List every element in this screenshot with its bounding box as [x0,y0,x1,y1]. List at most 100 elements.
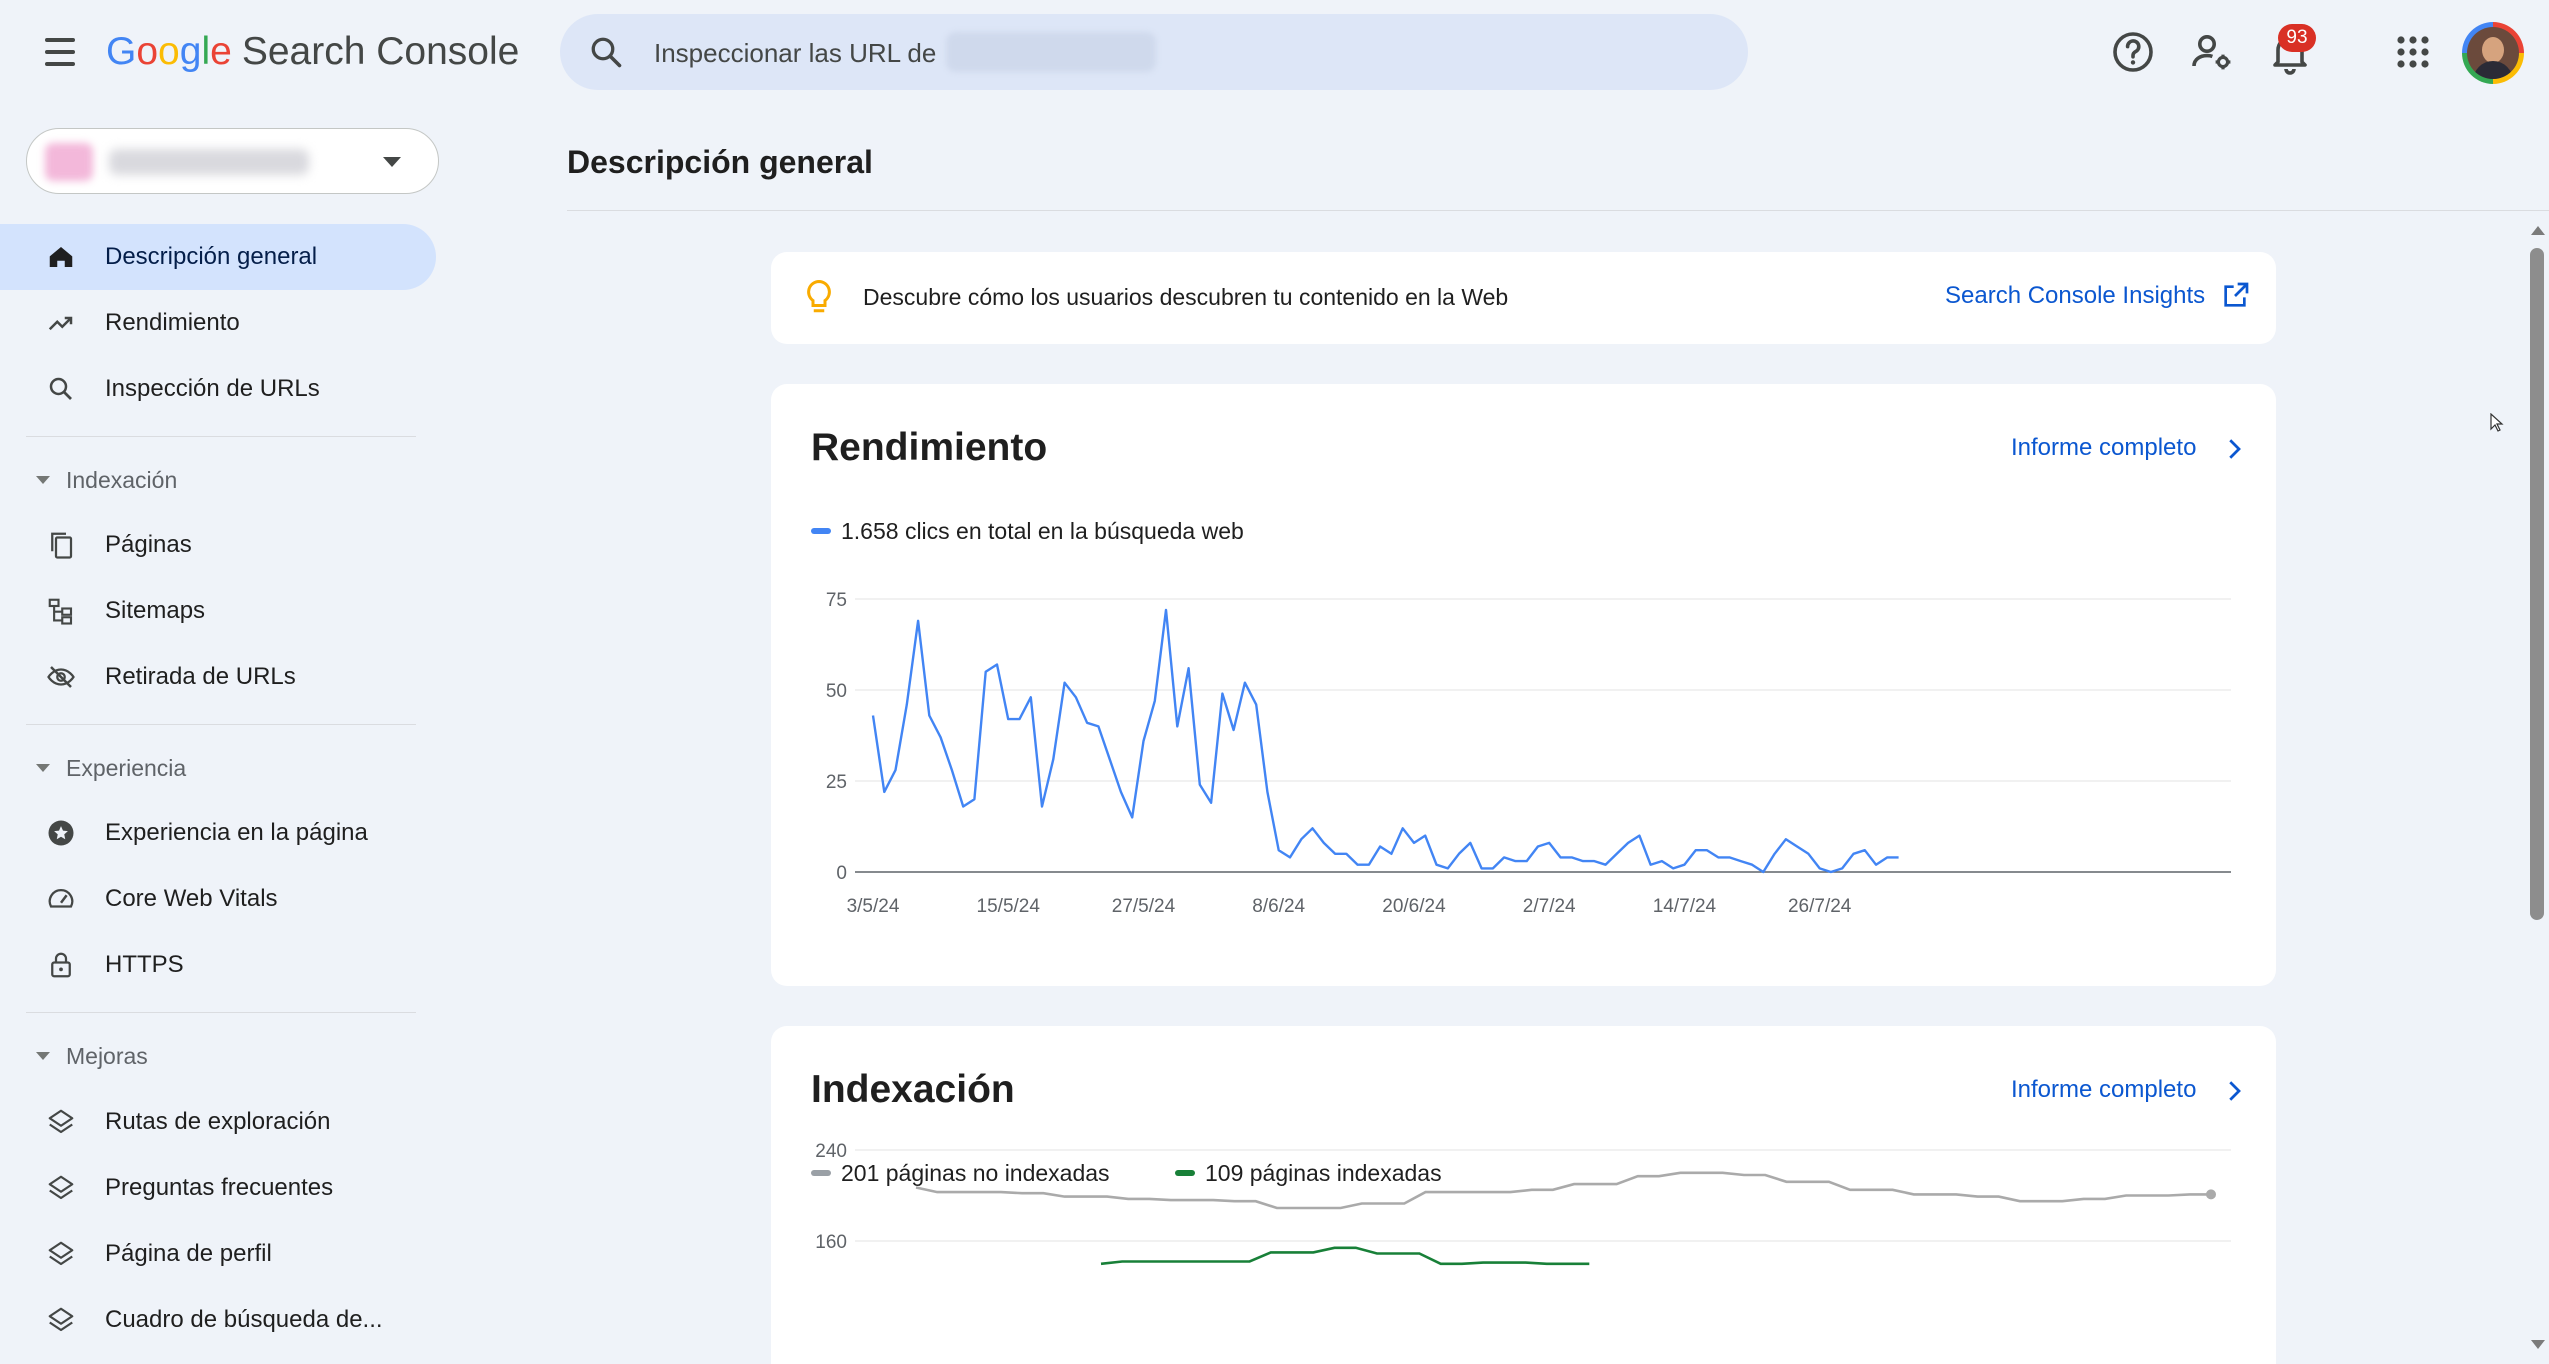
clicks-series-line [871,608,1899,874]
logo-letter: o [136,30,159,73]
y-tick-label: 50 [826,681,847,702]
scroll-up-arrow-icon[interactable] [2531,226,2545,235]
sidebar-item-label: Cuadro de búsqueda de... [105,1306,383,1333]
sidebar-item-breadcrumbs[interactable]: Rutas de exploración [0,1089,436,1155]
pages-icon [51,532,73,559]
property-selector[interactable] [26,128,439,194]
help-icon[interactable] [2109,28,2157,76]
trending-up-icon [48,316,73,331]
manage-accounts-icon[interactable] [2187,28,2235,76]
avatar-image [2467,27,2519,79]
collapse-arrow-icon [36,1052,50,1060]
sidebar-item-label: Preguntas frecuentes [105,1174,334,1201]
title-divider [567,210,2549,211]
y-tick-label: 0 [836,863,847,884]
search-icon [591,37,622,68]
sidebar-item-performance[interactable]: Rendimiento [0,290,436,356]
sidebar-item-overview[interactable]: Descripción general [0,224,436,290]
y-tick-label: 160 [815,1232,847,1253]
not-indexed-series-line [915,1171,2211,1210]
scrollbar-thumb[interactable] [2530,248,2544,920]
sidebar-item-sitemaps[interactable]: Sitemaps [0,578,436,644]
sidebar-item-label: Experiencia en la página [105,819,368,846]
section-label: Indexación [66,467,178,493]
redacted-domain [946,32,1156,72]
sidebar-section-indexing[interactable]: Indexación [0,451,420,507]
sidebar-item-label: HTTPS [105,951,184,978]
x-tick-label: 3/5/24 [847,896,900,917]
x-tick-label: 26/7/24 [1788,896,1852,917]
collapse-arrow-icon [36,476,50,484]
x-tick-label: 15/5/24 [977,896,1041,917]
sidebar-divider [26,724,416,725]
y-tick-label: 25 [826,772,847,793]
section-label: Experiencia [66,755,187,781]
search-console-insights-link[interactable]: Search Console Insights [1945,282,2205,310]
layers-icon [48,1109,74,1134]
not-indexed-series-endpoint [2206,1189,2216,1200]
sidebar-item-core-web-vitals[interactable]: Core Web Vitals [0,866,436,932]
logo-letter: e [210,30,232,73]
x-tick-label: 14/7/24 [1653,896,1717,917]
layers-icon [48,1241,74,1266]
notifications-count-badge: 93 [2278,24,2316,52]
top-app-bar: Google Search Console Inspeccionar las UR… [0,0,2549,104]
property-favicon [45,143,93,181]
sidebar-item-label: Rendimiento [105,309,240,336]
search-icon [49,377,72,400]
sidebar-item-url-removal[interactable]: Retirada de URLs [0,644,436,710]
avatar-body [2473,61,2513,79]
sidebar-divider [26,436,416,437]
sidebar-item-faq[interactable]: Preguntas frecuentes [0,1155,436,1221]
x-tick-label: 2/7/24 [1523,896,1576,917]
hamburger-icon [45,38,75,42]
insights-banner: Descubre cómo los usuarios descubren tu … [771,252,2276,344]
sidebar-item-label: Sitemaps [105,597,206,624]
layers-icon [48,1175,74,1200]
eye-off-icon [47,666,75,688]
apps-grid-icon[interactable] [2389,28,2437,76]
sidebar-item-label: Página de perfil [105,1240,272,1267]
indexing-line-chart: 160 240 [815,1141,2231,1266]
sitemap-icon [48,598,73,625]
google-search-console-logo[interactable]: Google Search Console [106,30,519,74]
clicks-line-chart: 0 25 50 75 3/5/24 15/5/24 27/5/24 8/6/24 20/6/24… [826,590,2231,917]
sidebar-item-label: Retirada de URLs [105,663,296,690]
sidebar-item-label: Core Web Vitals [105,885,278,912]
indexing-card: Indexación Informe completo 201 páginas … [771,1026,2276,1364]
url-inspection-search-input[interactable]: Inspeccionar las URL de [560,14,1748,90]
account-avatar[interactable] [2462,22,2524,84]
sidebar-item-url-inspection[interactable]: Inspección de URLs [0,356,436,422]
sidebar-section-enhancements[interactable]: Mejoras [0,1027,420,1083]
sidebar-item-label: Inspección de URLs [105,375,320,402]
sidebar-section-experience[interactable]: Experiencia [0,739,420,795]
sidebar-item-sitelinks-searchbox[interactable]: Cuadro de búsqueda de... [0,1287,436,1353]
open-in-new-icon[interactable] [2219,280,2251,312]
sidebar-item-label: Rutas de exploración [105,1108,331,1135]
sidebar-item-label: Páginas [105,531,192,558]
x-tick-label: 20/6/24 [1382,896,1446,917]
lock-icon [51,952,71,978]
indexed-series-line [1100,1246,1590,1266]
home-icon [49,247,73,267]
section-label: Mejoras [66,1043,148,1069]
scroll-down-arrow-icon[interactable] [2531,1340,2545,1349]
sidebar-item-profile-page[interactable]: Página de perfil [0,1221,436,1287]
x-tick-label: 27/5/24 [1112,896,1176,917]
sidebar-item-pages[interactable]: Páginas [0,512,436,578]
banner-text: Descubre cómo los usuarios descubren tu … [863,284,1509,310]
logo-letter: o [158,30,180,73]
logo-letter: G [106,30,137,73]
main-menu-button[interactable] [30,28,90,76]
lightbulb-icon [807,279,831,313]
logo-letter: g [179,30,202,73]
avatar-face [2482,37,2504,63]
star-badge-icon [48,820,74,846]
search-placeholder: Inspeccionar las URL de [654,38,937,68]
vertical-scrollbar[interactable] [2526,210,2549,1364]
collapse-arrow-icon [36,764,50,772]
y-tick-label: 75 [826,590,847,611]
sidebar-item-page-experience[interactable]: Experiencia en la página [0,800,436,866]
sidebar-item-https[interactable]: HTTPS [0,932,436,998]
page-title: Descripción general [567,144,873,180]
